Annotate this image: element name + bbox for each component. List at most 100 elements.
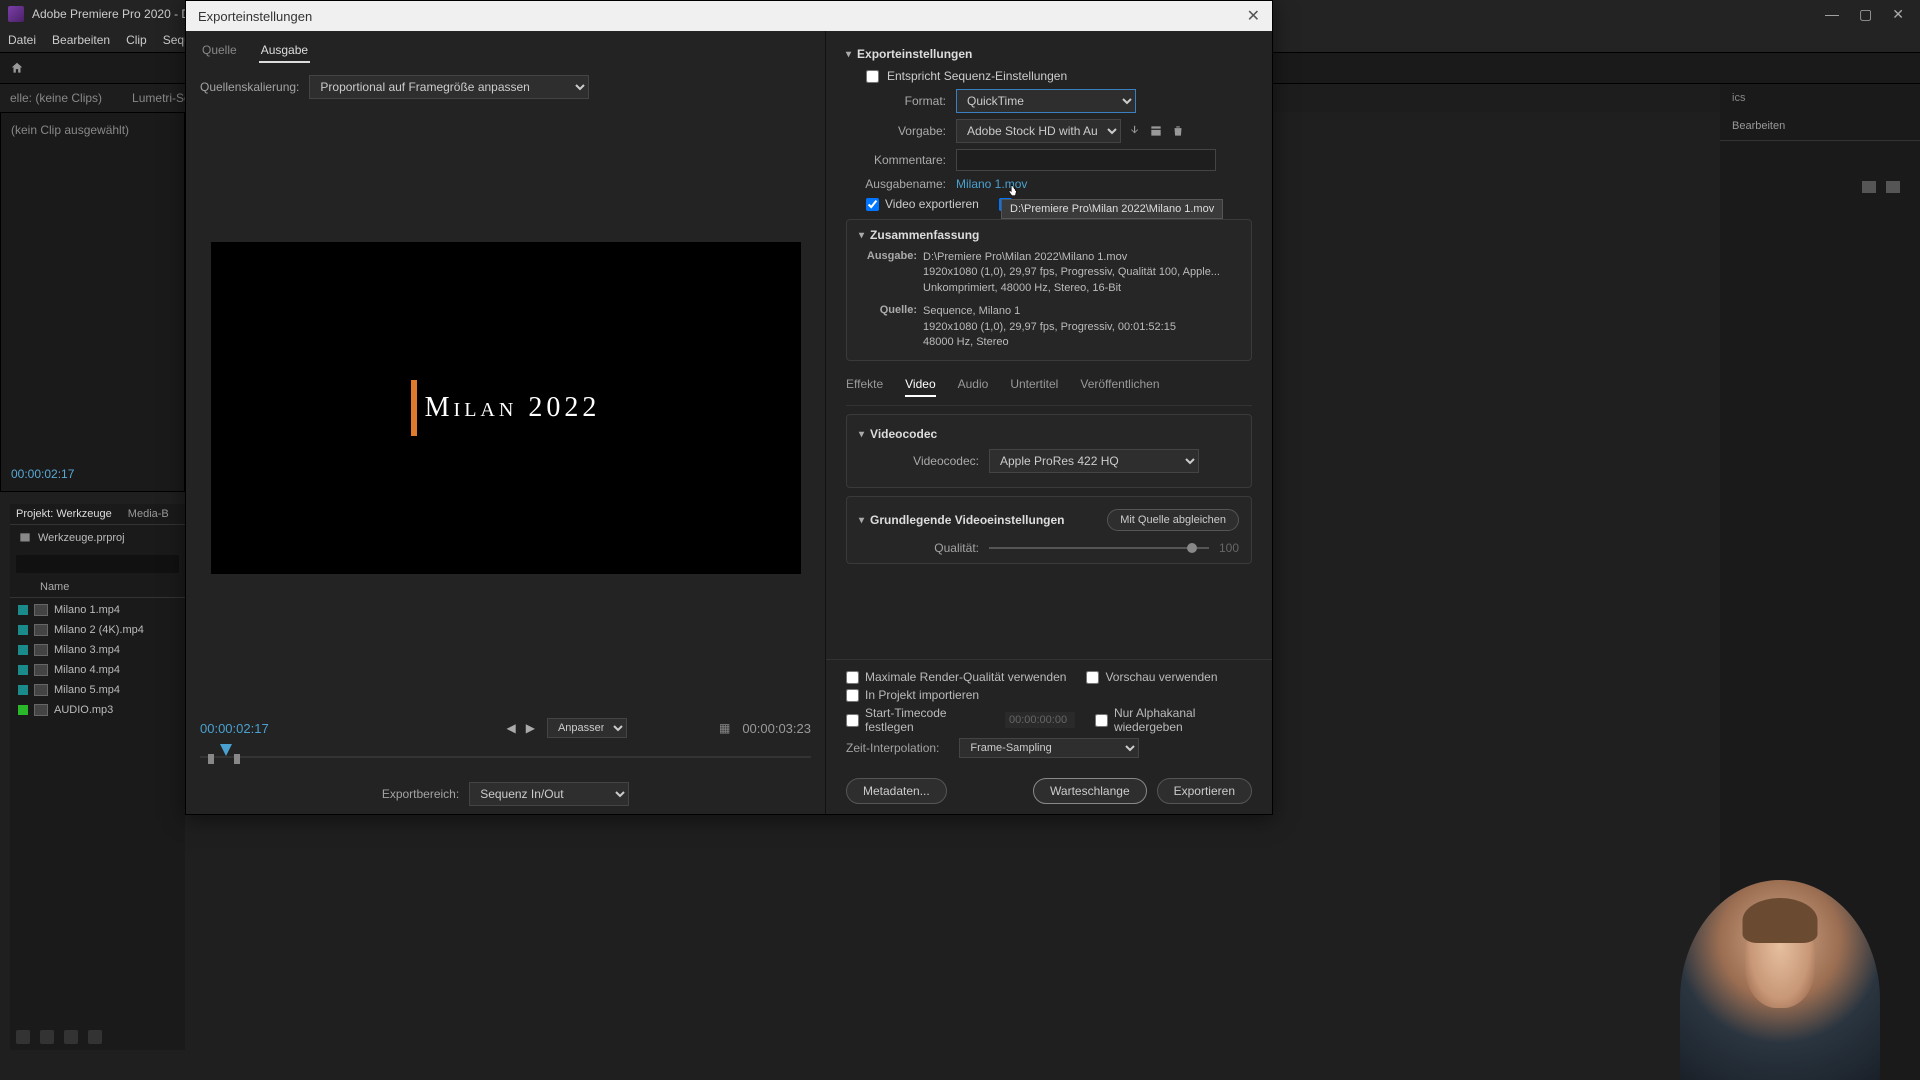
preview-frame: Milan 2022 <box>211 242 801 574</box>
clip-type-icon <box>34 664 48 676</box>
folder-icon[interactable] <box>1862 181 1876 193</box>
menu-file[interactable]: Datei <box>8 33 36 47</box>
close-app-button[interactable]: ✕ <box>1892 6 1904 23</box>
home-icon[interactable] <box>10 61 24 75</box>
app-icon <box>8 6 24 22</box>
export-dialog: Exporteinstellungen ✕ Quelle Ausgabe Que… <box>185 0 1273 815</box>
project-icon <box>18 531 32 545</box>
list-item[interactable]: Milano 4.mp4 <box>10 660 185 680</box>
aspect-icon[interactable]: ▦ <box>719 721 730 735</box>
tab-effects[interactable]: Effekte <box>846 377 883 397</box>
list-item[interactable]: AUDIO.mp3 <box>10 700 185 720</box>
export-button[interactable]: Exportieren <box>1157 778 1252 804</box>
tab-source[interactable]: Quelle <box>200 39 239 63</box>
match-sequence-checkbox[interactable] <box>866 70 879 83</box>
list-item[interactable]: Milano 3.mp4 <box>10 640 185 660</box>
max-render-checkbox[interactable] <box>846 671 859 684</box>
quality-value: 100 <box>1219 541 1239 555</box>
source-scaling-select[interactable]: Proportional auf Framegröße anpassen <box>309 75 589 99</box>
export-settings-header[interactable]: ▾ Exporteinstellungen <box>846 47 1252 61</box>
time-interpolation-label: Zeit-Interpolation: <box>846 741 939 755</box>
clip-name: Milano 3.mp4 <box>54 644 120 656</box>
tab-audio[interactable]: Audio <box>958 377 989 397</box>
in-point-marker[interactable] <box>208 754 214 764</box>
metadata-button[interactable]: Metadaten... <box>846 778 947 804</box>
dialog-close-button[interactable]: ✕ <box>1247 6 1260 26</box>
menu-edit[interactable]: Bearbeiten <box>52 33 110 47</box>
format-select[interactable]: QuickTime <box>956 89 1136 113</box>
source-timecode: 00:00:02:17 <box>11 467 74 481</box>
import-preset-icon[interactable] <box>1149 124 1163 138</box>
new-item-icon[interactable] <box>1886 181 1900 193</box>
right-panel-tab[interactable]: ics <box>1720 84 1920 112</box>
time-interpolation-select[interactable]: Frame-Sampling <box>959 738 1139 758</box>
preset-select[interactable]: Adobe Stock HD with Audio (A... <box>956 119 1121 143</box>
codec-select[interactable]: Apple ProRes 422 HQ <box>989 449 1199 473</box>
chevron-down-icon: ▾ <box>859 230 864 241</box>
clip-name: AUDIO.mp3 <box>54 704 113 716</box>
format-label: Format: <box>846 94 946 108</box>
tab-output[interactable]: Ausgabe <box>259 39 310 63</box>
export-settings-column: ▾ Exporteinstellungen Entspricht Sequenz… <box>826 31 1272 814</box>
tab-video[interactable]: Video <box>905 377 935 397</box>
scrubber[interactable] <box>200 744 811 764</box>
tab-captions[interactable]: Untertitel <box>1010 377 1058 397</box>
slider-thumb[interactable] <box>1187 543 1197 553</box>
quality-slider[interactable] <box>989 547 1209 549</box>
project-search[interactable] <box>16 555 179 573</box>
source-scaling-label: Quellenskalierung: <box>200 80 299 94</box>
start-timecode-label: Start-Timecode festlegen <box>865 706 985 734</box>
import-project-checkbox[interactable] <box>846 689 859 702</box>
quality-label: Qualität: <box>859 541 979 555</box>
basic-settings-header[interactable]: ▾ Grundlegende Videoeinstellungen Mit Qu… <box>859 509 1239 531</box>
clip-type-icon <box>34 684 48 696</box>
delete-preset-icon[interactable] <box>1171 124 1185 138</box>
color-swatch <box>18 665 28 675</box>
clip-name: Milano 4.mp4 <box>54 664 120 676</box>
start-timecode-checkbox[interactable] <box>846 714 859 727</box>
queue-button[interactable]: Warteschlange <box>1033 778 1147 804</box>
match-source-button[interactable]: Mit Quelle abgleichen <box>1107 509 1239 531</box>
project-tab[interactable]: Projekt: Werkzeuge <box>16 508 112 520</box>
export-range-select[interactable]: Sequenz In/Out <box>469 782 629 806</box>
save-preset-icon[interactable] <box>1127 124 1141 138</box>
list-view-icon[interactable] <box>16 1030 30 1044</box>
summary-output-value: D:\Premiere Pro\Milan 2022\Milano 1.mov … <box>923 250 1239 296</box>
freeform-view-icon[interactable] <box>64 1030 78 1044</box>
step-back-icon[interactable]: ◀ <box>507 721 516 735</box>
list-item[interactable]: Milano 1.mp4 <box>10 600 185 620</box>
preset-label: Vorgabe: <box>846 124 946 138</box>
right-panel-edit[interactable]: Bearbeiten <box>1720 112 1920 141</box>
export-preview-column: Quelle Ausgabe Quellenskalierung: Propor… <box>186 31 826 814</box>
clip-type-icon <box>34 704 48 716</box>
out-point-marker[interactable] <box>234 754 240 764</box>
export-video-checkbox[interactable] <box>866 198 879 211</box>
no-clip-label: (kein Clip ausgewählt) <box>1 113 184 147</box>
comments-input[interactable] <box>956 149 1216 171</box>
alpha-only-checkbox[interactable] <box>1095 714 1108 727</box>
list-item[interactable]: Milano 2 (4K).mp4 <box>10 620 185 640</box>
source-panel-tab[interactable]: elle: (keine Clips) <box>10 91 102 105</box>
media-browser-tab[interactable]: Media-B <box>128 508 169 520</box>
minimize-button[interactable]: — <box>1825 6 1839 23</box>
output-path-tooltip: D:\Premiere Pro\Milan 2022\Milano 1.mov <box>1001 199 1223 219</box>
summary-header[interactable]: ▾ Zusammenfassung <box>859 228 1239 242</box>
project-column-header[interactable]: Name <box>10 577 185 598</box>
play-icon[interactable]: ▶ <box>526 721 535 735</box>
use-preview-checkbox[interactable] <box>1086 671 1099 684</box>
zoom-slider-icon[interactable] <box>88 1030 102 1044</box>
maximize-button[interactable]: ▢ <box>1859 6 1872 23</box>
tab-publish[interactable]: Veröffentlichen <box>1080 377 1159 397</box>
playhead[interactable] <box>220 744 232 756</box>
list-item[interactable]: Milano 5.mp4 <box>10 680 185 700</box>
clip-type-icon <box>34 604 48 616</box>
summary-source-value: Sequence, Milano 1 1920x1080 (1,0), 29,9… <box>923 304 1239 350</box>
icon-view-icon[interactable] <box>40 1030 54 1044</box>
zoom-fit-select[interactable]: Anpassen <box>547 718 627 738</box>
preview-area: Milan 2022 <box>186 107 825 708</box>
menu-clip[interactable]: Clip <box>126 33 147 47</box>
start-timecode-input[interactable] <box>1005 712 1075 728</box>
current-timecode[interactable]: 00:00:02:17 <box>200 721 269 736</box>
codec-section-header[interactable]: ▾ Videocodec <box>859 427 1239 441</box>
project-panel: Projekt: Werkzeuge Media-B Werkzeuge.prp… <box>10 504 185 1050</box>
